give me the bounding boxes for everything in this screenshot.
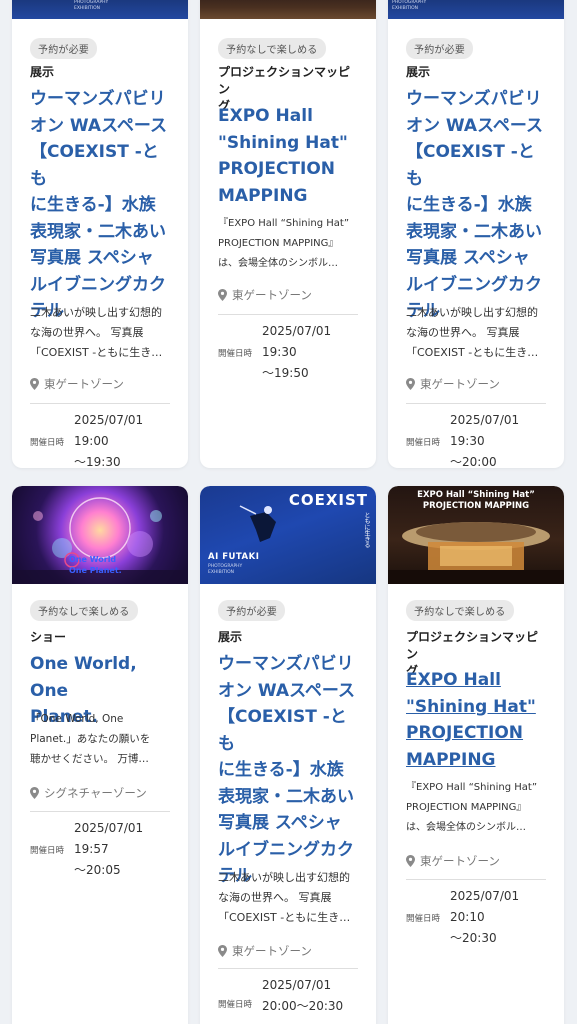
event-category: 展示 — [406, 65, 431, 79]
event-location: 東ゲートゾーン — [218, 287, 358, 303]
event-title[interactable]: EXPO Hall "Shining Hat" PROJECTION MAPPING — [218, 103, 358, 209]
event-datetime: 開催日時 2025/07/01 19:30 ～20:00 — [406, 410, 546, 468]
event-description: 『EXPO Hall “Shining Hat” PROJECTION MAPPI… — [406, 782, 538, 833]
event-title[interactable]: ウーマンズパビリ オン WAスペース 【COEXIST -とも に生きる-】水族 表… — [30, 86, 170, 325]
event-thumbnail: PHOTOGRAPHY EXHIBITION — [388, 0, 564, 19]
image-caption: EXPO Hall “Shining Hat” PROJECTION MAPPIN… — [417, 490, 535, 511]
event-title[interactable]: ウーマンズパビリ オン WAスペース 【COEXIST -とも に生きる-】水族 表… — [218, 651, 358, 890]
datetime-label: 開催日時 — [30, 845, 65, 856]
event-thumbnail: COEXIST ともに生きる AI FUTAKI PHOTOGRAPHY EXHI… — [200, 486, 376, 584]
event-thumbnail: One World One Planet. — [12, 486, 188, 584]
event-card[interactable]: PHOTOGRAPHY EXHIBITION 予約が必要 展示 ウーマンズパビリオ… — [388, 0, 564, 468]
event-title-link[interactable]: EXPO Hall "Shining Hat" PROJECTION MAPPING — [406, 667, 546, 773]
divider — [406, 403, 546, 404]
location-label: シグネチャーゾーン — [44, 786, 147, 800]
reservation-badge: 予約なしで楽しめる — [218, 38, 326, 59]
reservation-badge: 予約が必要 — [218, 600, 285, 621]
event-thumbnail: PHOTOGRAPHY EXHIBITION — [12, 0, 188, 19]
event-category: ショー — [30, 630, 67, 644]
datetime-label: 開催日時 — [218, 348, 253, 359]
location-label: 東ゲートゾーン — [232, 944, 312, 958]
event-description: 『EXPO Hall “Shining Hat” PROJECTION MAPPI… — [218, 218, 350, 269]
event-location: 東ゲートゾーン — [30, 376, 170, 392]
location-label: 東ゲートゾーン — [420, 377, 500, 391]
location-pin-icon — [406, 378, 415, 390]
reservation-badge: 予約なしで楽しめる — [30, 600, 138, 621]
event-category: 展示 — [30, 65, 55, 79]
event-location: 東ゲートゾーン — [406, 376, 546, 392]
location-pin-icon — [30, 787, 39, 799]
location-pin-icon — [406, 855, 415, 867]
event-datetime: 開催日時 2025/07/01 19:30 ～19:50 — [218, 321, 358, 384]
event-location: 東ゲートゾーン — [218, 943, 358, 959]
event-datetime: 開催日時 2025/07/01 20:10 ～20:30 — [406, 886, 546, 949]
datetime-label: 開催日時 — [406, 913, 441, 924]
event-list-page: PHOTOGRAPHY EXHIBITION 予約が必要 展示 ウーマンズパビリオ… — [0, 0, 577, 1024]
datetime-value: 2025/07/01 20:10 ～20:30 — [450, 889, 520, 945]
event-title[interactable]: ウーマンズパビリ オン WAスペース 【COEXIST -とも に生きる-】水族 表… — [406, 86, 546, 325]
event-card[interactable]: COEXIST ともに生きる AI FUTAKI PHOTOGRAPHY EXHI… — [200, 486, 376, 1024]
divider — [30, 811, 170, 812]
datetime-value: 2025/07/01 19:30 ～19:50 — [262, 324, 332, 380]
datetime-value: 2025/07/01 19:00 ～19:30 — [74, 413, 144, 468]
event-datetime: 開催日時 2025/07/01 20:00～20:30 — [218, 975, 358, 1017]
location-label: 東ゲートゾーン — [44, 377, 124, 391]
image-subtitle: ともに生きる — [363, 512, 370, 548]
event-card[interactable]: PHOTOGRAPHY EXHIBITION 予約が必要 展示 ウーマンズパビリオ… — [12, 0, 188, 468]
image-artist: AI FUTAKI — [208, 552, 260, 562]
event-thumbnail — [200, 0, 376, 19]
divider — [30, 403, 170, 404]
event-card[interactable]: EXPO Hall “Shining Hat” PROJECTION MAPPIN… — [388, 486, 564, 1024]
event-description: 「One World, One Planet.」あなたの願いを 聴かせください。 万… — [30, 713, 151, 765]
image-caption: PHOTOGRAPHY EXHIBITION — [208, 564, 243, 575]
location-label: 東ゲートゾーン — [420, 854, 500, 868]
reservation-badge: 予約が必要 — [30, 38, 97, 59]
event-description: 二木あいが映し出す幻想的 な海の世界へ。 写真展 「COEXIST -ともに生き… — [30, 306, 163, 359]
divider — [406, 879, 546, 880]
event-description: 二木あいが映し出す幻想的 な海の世界へ。 写真展 「COEXIST -ともに生き… — [406, 306, 539, 359]
location-pin-icon — [218, 289, 227, 301]
event-card[interactable]: 予約なしで楽しめる プロジェクションマッピング EXPO Hall "Shinin… — [200, 0, 376, 468]
image-caption: One World One Planet. — [69, 555, 122, 575]
thumbnail-caption: PHOTOGRAPHY EXHIBITION — [392, 0, 427, 11]
location-pin-icon — [30, 378, 39, 390]
datetime-value: 2025/07/01 20:00～20:30 — [262, 978, 344, 1013]
datetime-label: 開催日時 — [218, 1000, 253, 1010]
divider — [218, 314, 358, 315]
event-category: 展示 — [218, 630, 243, 644]
event-datetime: 開催日時 2025/07/01 19:00 ～19:30 — [30, 410, 170, 468]
event-thumbnail: EXPO Hall “Shining Hat” PROJECTION MAPPIN… — [388, 486, 564, 584]
event-card[interactable]: One World One Planet. 予約なしで楽しめる ショー One W… — [12, 486, 188, 1024]
image-title: COEXIST — [288, 491, 368, 509]
location-pin-icon — [218, 945, 227, 957]
datetime-value: 2025/07/01 19:57 ～20:05 — [74, 821, 144, 877]
event-datetime: 開催日時 2025/07/01 19:57 ～20:05 — [30, 818, 170, 881]
divider — [218, 968, 358, 969]
thumbnail-caption: PHOTOGRAPHY EXHIBITION — [74, 0, 109, 11]
location-label: 東ゲートゾーン — [232, 288, 312, 302]
datetime-label: 開催日時 — [406, 437, 441, 448]
reservation-badge: 予約が必要 — [406, 38, 473, 59]
reservation-badge: 予約なしで楽しめる — [406, 600, 514, 621]
datetime-label: 開催日時 — [30, 437, 65, 448]
datetime-value: 2025/07/01 19:30 ～20:00 — [450, 413, 520, 468]
event-description: 二木あいが映し出す幻想的 な海の世界へ。 写真展 「COEXIST -ともに生き… — [218, 871, 351, 924]
event-location: 東ゲートゾーン — [406, 853, 546, 869]
event-location: シグネチャーゾーン — [30, 785, 170, 801]
